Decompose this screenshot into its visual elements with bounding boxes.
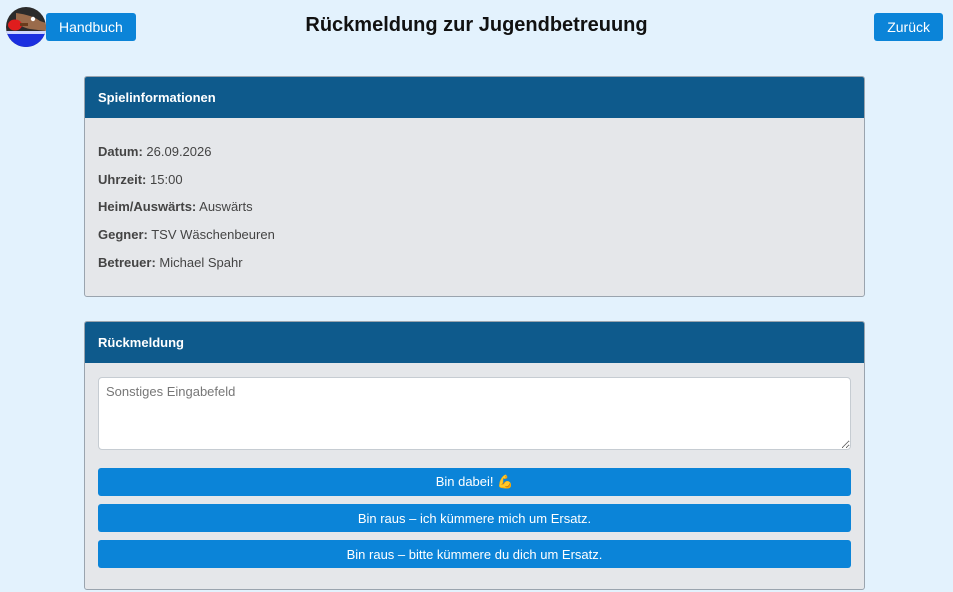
info-label: Heim/Auswärts: (98, 199, 197, 215)
feedback-heading: Rückmeldung (85, 322, 864, 363)
info-label: Datum: (98, 144, 143, 159)
game-info-body: Datum: 26.09.2026 Uhrzeit: 15:00 Heim/Au… (85, 118, 864, 281)
info-label: Betreuer: (98, 254, 156, 270)
info-value-time: 15:00 (150, 171, 183, 187)
info-value-supervisor: Michael Spahr (159, 254, 243, 270)
info-row-supervisor: Betreuer: Michael Spahr (98, 254, 851, 282)
info-label: Uhrzeit: (98, 171, 147, 187)
info-row-opponent: Gegner: TSV Wäschenbeuren (98, 226, 851, 254)
top-bar: Handbuch Rückmeldung zur Jugendbetreuung… (0, 0, 953, 54)
info-row-time: Uhrzeit: 15:00 (98, 171, 851, 199)
out-request-replacement-button[interactable]: Bin raus – bitte kümmere du dich um Ersa… (98, 540, 851, 568)
info-row-date: Datum: 26.09.2026 (98, 143, 851, 171)
game-info-card: Spielinformationen Datum: 26.09.2026 Uhr… (84, 76, 865, 297)
out-find-replacement-button[interactable]: Bin raus – ich kümmere mich um Ersatz. (98, 504, 851, 532)
back-button[interactable]: Zurück (874, 13, 943, 41)
attend-button[interactable]: Bin dabei! 💪 (98, 468, 851, 496)
game-info-heading: Spielinformationen (85, 77, 864, 118)
info-label: Gegner: (98, 227, 148, 243)
feedback-card: Rückmeldung Bin dabei! 💪 Bin raus – ich … (84, 321, 865, 590)
info-row-home-away: Heim/Auswärts: Auswärts (98, 198, 851, 226)
feedback-body: Bin dabei! 💪 Bin raus – ich kümmere mich… (85, 363, 864, 568)
other-input-field[interactable] (98, 377, 851, 450)
info-value-date: 26.09.2026 (146, 144, 212, 159)
page-title: Rückmeldung zur Jugendbetreuung (305, 14, 648, 36)
info-value-home-away: Auswärts (199, 199, 253, 215)
info-value-opponent: TSV Wäschenbeuren (151, 227, 275, 243)
